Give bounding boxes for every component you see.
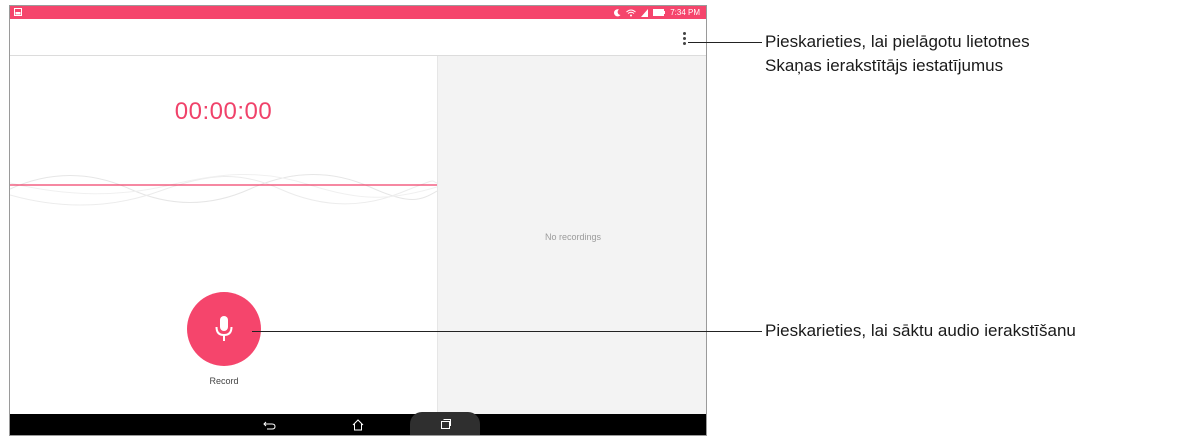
moon-icon	[614, 8, 621, 16]
record-button[interactable]	[187, 292, 261, 366]
microphone-icon	[215, 316, 233, 341]
record-callout-line	[252, 331, 762, 332]
waveform	[10, 173, 437, 206]
more-vertical-icon[interactable]	[676, 29, 692, 47]
settings-callout-line2: Skaņas ierakstītājs iestatījumus	[765, 56, 1004, 75]
status-icons: 7:34 PM	[614, 6, 700, 19]
home-icon[interactable]	[343, 414, 373, 435]
navigation-bar	[10, 412, 706, 435]
battery-icon	[653, 9, 666, 16]
settings-callout-line1: Pieskarieties, lai pielāgotu lietotnes	[765, 32, 1030, 51]
status-time: 7:34 PM	[670, 8, 700, 17]
notification-icon	[14, 8, 22, 16]
settings-callout: Pieskarieties, lai pielāgotu lietotnes S…	[765, 30, 1030, 78]
recents-icon[interactable]	[410, 412, 480, 435]
status-bar: 7:34 PM	[10, 6, 706, 19]
wifi-icon	[626, 9, 637, 16]
recording-timer: 00:00:00	[174, 98, 273, 125]
record-callout: Pieskarieties, lai sāktu audio ierakstīš…	[765, 321, 1076, 340]
recordings-pane: No recordings	[437, 56, 706, 416]
app-bar	[10, 19, 706, 56]
settings-callout-line	[688, 42, 762, 43]
tablet-screen: 7:34 PM 00:00:00 Record No recordings	[9, 5, 707, 436]
record-label: Record	[209, 376, 239, 386]
signal-icon	[641, 8, 649, 17]
back-icon[interactable]	[255, 414, 285, 435]
recorder-pane: 00:00:00 Record	[10, 56, 437, 416]
empty-recordings-text: No recordings	[544, 232, 602, 242]
